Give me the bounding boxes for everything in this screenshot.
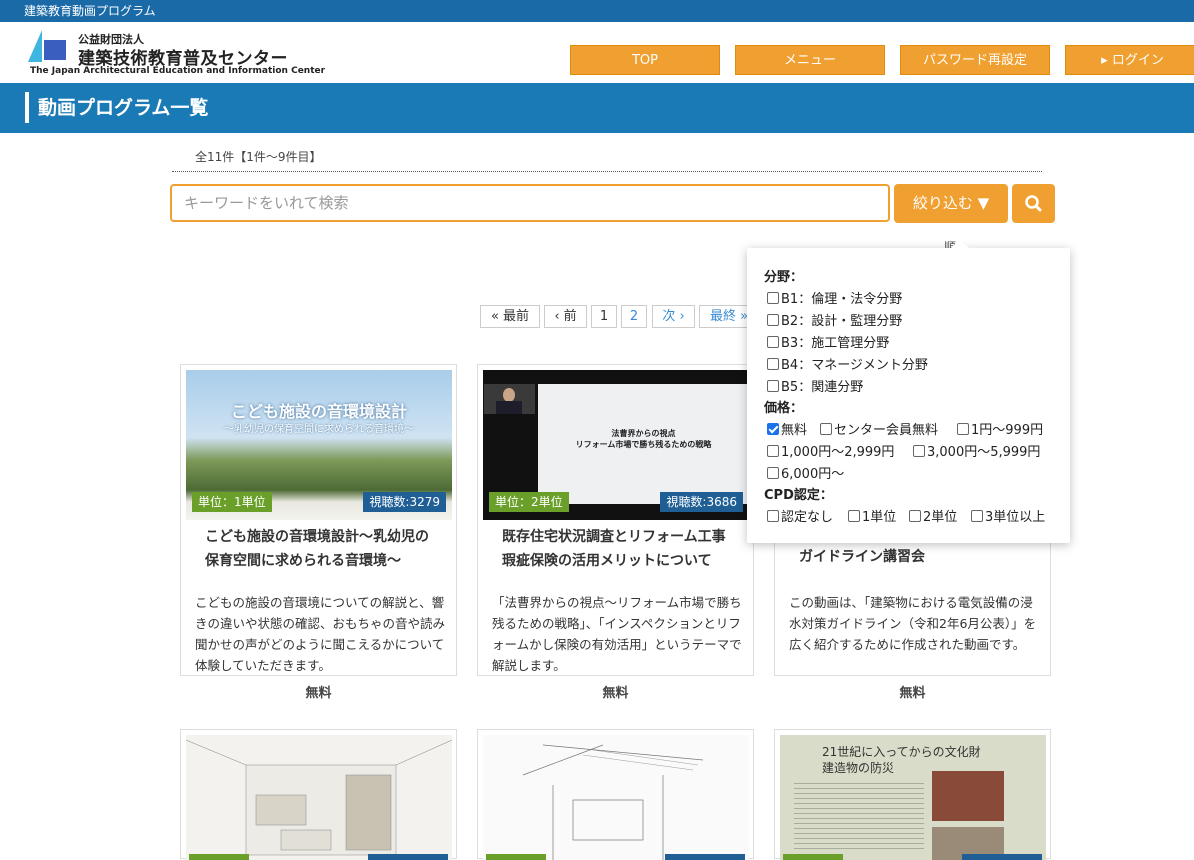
slide-subtitle: リフォーム市場で勝ち残るための戦略 xyxy=(575,440,712,449)
video-price: 無料 xyxy=(899,686,926,701)
video-price: 無料 xyxy=(602,686,629,701)
thumbnail-heading-2: 建造物の防災 xyxy=(822,761,895,775)
video-description: この動画は、「建築物における電気設備の浸水対策ガイドライン（令和2年6月公表）」… xyxy=(789,595,1037,652)
header: 公益財団法人 建築技術教育普及センター The Japan Architectu… xyxy=(0,22,1194,83)
page-title: 動画プログラム一覧 xyxy=(38,97,209,119)
video-card[interactable]: こども施設の音環境設計 〜乳幼児の保育空間に求められる音環境〜 単位：1単位 視… xyxy=(180,364,457,676)
views-badge: 視聴数:3686 xyxy=(660,492,743,512)
nav-password-reset-button[interactable]: パスワード再設定 xyxy=(900,45,1050,75)
video-thumbnail[interactable]: 21世紀に入ってからの文化財 建造物の防災 xyxy=(780,735,1046,860)
price-option-member-free[interactable]: センター会員無料 xyxy=(820,419,938,438)
slide-title: 法曹界からの視点 xyxy=(611,429,676,438)
logo[interactable]: 公益財団法人 建築技術教育普及センター The Japan Architectu… xyxy=(28,30,325,78)
site-strip: 建築教育動画プログラム xyxy=(0,0,1194,22)
option-label: 6,000円～ xyxy=(781,467,845,482)
interior-sketch xyxy=(522,744,704,860)
video-thumbnail[interactable] xyxy=(483,735,749,860)
field-option-b3[interactable]: B3：施工管理分野 xyxy=(767,332,889,351)
cpd-option-none[interactable]: 認定なし xyxy=(767,506,833,525)
pager-prev[interactable]: ‹ 前 xyxy=(544,305,587,328)
popup-arrow xyxy=(950,239,970,249)
option-label: 無料 xyxy=(781,423,808,438)
slide-area: 法曹界からの視点 リフォーム市場で勝ち残るための戦略 xyxy=(538,384,749,504)
video-title[interactable]: ガイドライン講習会 xyxy=(799,545,1029,569)
field-option-b1[interactable]: B1：倫理・法令分野 xyxy=(767,288,902,307)
field-option-b2[interactable]: B2：設計・監理分野 xyxy=(767,310,902,329)
unit-badge: 単位：1単位 xyxy=(192,492,272,512)
thumbnail-subtitle: 〜乳幼児の保育空間に求められる音環境〜 xyxy=(224,424,414,435)
option-label: 3単位以上 xyxy=(985,510,1046,525)
field-option-b5[interactable]: B5：関連分野 xyxy=(767,376,863,395)
pager-page-2[interactable]: 2 xyxy=(621,305,647,328)
option-label: B3：施工管理分野 xyxy=(781,336,890,351)
video-card[interactable]: 法曹界からの視点 リフォーム市場で勝ち残るための戦略 単位：2単位 視聴数:36… xyxy=(477,364,754,676)
video-card[interactable] xyxy=(180,729,457,860)
nav-login-button[interactable]: ▸ ログイン xyxy=(1065,45,1194,75)
thumbnail-heading-1: 21世紀に入ってからの文化財 xyxy=(822,745,981,759)
search-input[interactable]: キーワードをいれて検索 xyxy=(170,184,890,222)
unit-badge: 単位：2単位 xyxy=(489,492,569,512)
price-section-label: 価格： xyxy=(764,401,804,416)
video-card[interactable]: 21世紀に入ってからの文化財 建造物の防災 xyxy=(774,729,1051,860)
title-accent-bar xyxy=(25,92,29,123)
video-title[interactable]: こども施設の音環境設計～乳幼児の保育空間に求められる音環境～ xyxy=(205,525,435,573)
price-option-6000-plus[interactable]: 6,000円～ xyxy=(767,463,844,482)
option-label: 認定なし xyxy=(781,510,834,525)
option-label: 1単位 xyxy=(862,510,897,525)
thumbnail-bullets xyxy=(794,779,924,849)
option-label: 1円～999円 xyxy=(971,423,1044,438)
filter-popup: 分野： B1：倫理・法令分野 B2：設計・監理分野 B3：施工管理分野 B4：マ… xyxy=(747,239,1070,543)
option-label: 1,000円～2,999円 xyxy=(781,445,895,460)
option-label: 2単位 xyxy=(923,510,958,525)
option-label: センター会員無料 xyxy=(834,423,939,438)
option-label: B2：設計・監理分野 xyxy=(781,314,903,329)
video-thumbnail[interactable] xyxy=(186,735,452,860)
nav-login-label: ログイン xyxy=(1111,53,1164,68)
result-count: 全11件【1件～9件目】 xyxy=(195,150,322,164)
divider xyxy=(172,171,1042,172)
cpd-option-1-unit[interactable]: 1単位 xyxy=(848,506,896,525)
nav-menu-button[interactable]: メニュー xyxy=(735,45,885,75)
logo-english-text: The Japan Architectural Education and In… xyxy=(30,66,326,76)
logo-mark-icon xyxy=(28,30,66,62)
title-bar: 動画プログラム一覧 xyxy=(0,83,1194,133)
option-label: B5：関連分野 xyxy=(781,380,864,395)
pager-next[interactable]: 次 › xyxy=(652,305,695,328)
cpd-option-3-plus[interactable]: 3単位以上 xyxy=(971,506,1045,525)
filter-button[interactable]: 絞り込む ▼ xyxy=(894,184,1008,223)
video-description: こどもの施設の音環境についての解説と、響きの違いや状態の確認、おもちゃの音や読み… xyxy=(195,595,446,673)
thumbnail-title: こども施設の音環境設計 xyxy=(230,402,407,421)
views-badge: 視聴数:3279 xyxy=(363,492,446,512)
video-title[interactable]: 既存住宅状況調査とリフォーム工事瑕疵保険の活用メリットについて xyxy=(502,525,732,573)
video-thumbnail[interactable]: 法曹界からの視点 リフォーム市場で勝ち残るための戦略 単位：2単位 視聴数:36… xyxy=(483,370,749,520)
price-option-1-999[interactable]: 1円～999円 xyxy=(957,419,1043,438)
cpd-section-label: CPD認定： xyxy=(764,488,833,503)
field-option-b4[interactable]: B4：マネージメント分野 xyxy=(767,354,928,373)
caret-right-icon: ▸ xyxy=(1101,53,1112,68)
price-option-1000-2999[interactable]: 1,000円～2,999円 xyxy=(767,441,894,460)
video-thumbnail[interactable]: こども施設の音環境設計 〜乳幼児の保育空間に求められる音環境〜 単位：1単位 視… xyxy=(186,370,452,520)
price-option-free[interactable]: 無料 xyxy=(767,419,807,438)
price-option-3000-5999[interactable]: 3,000円～5,999円 xyxy=(913,441,1040,460)
video-description: 「法曹界からの視点～リフォーム市場で勝ち残るための戦略」、「インスペクションとリ… xyxy=(492,595,742,673)
speaker-inset xyxy=(484,384,535,414)
pager-first[interactable]: « 最前 xyxy=(480,305,540,328)
video-card[interactable] xyxy=(477,729,754,860)
video-price: 無料 xyxy=(305,686,332,701)
field-section-label: 分野： xyxy=(764,270,804,285)
option-label: B1：倫理・法令分野 xyxy=(781,292,903,307)
cpd-option-2-units[interactable]: 2単位 xyxy=(909,506,957,525)
nav-top-button[interactable]: TOP xyxy=(570,45,720,75)
search-icon xyxy=(1025,195,1042,212)
room-sketch xyxy=(186,739,452,856)
option-label: B4：マネージメント分野 xyxy=(781,358,928,373)
pager-page-1[interactable]: 1 xyxy=(591,305,617,328)
option-label: 3,000円～5,999円 xyxy=(927,445,1041,460)
thumbnail-photo xyxy=(932,771,1004,821)
search-button[interactable] xyxy=(1012,184,1055,223)
